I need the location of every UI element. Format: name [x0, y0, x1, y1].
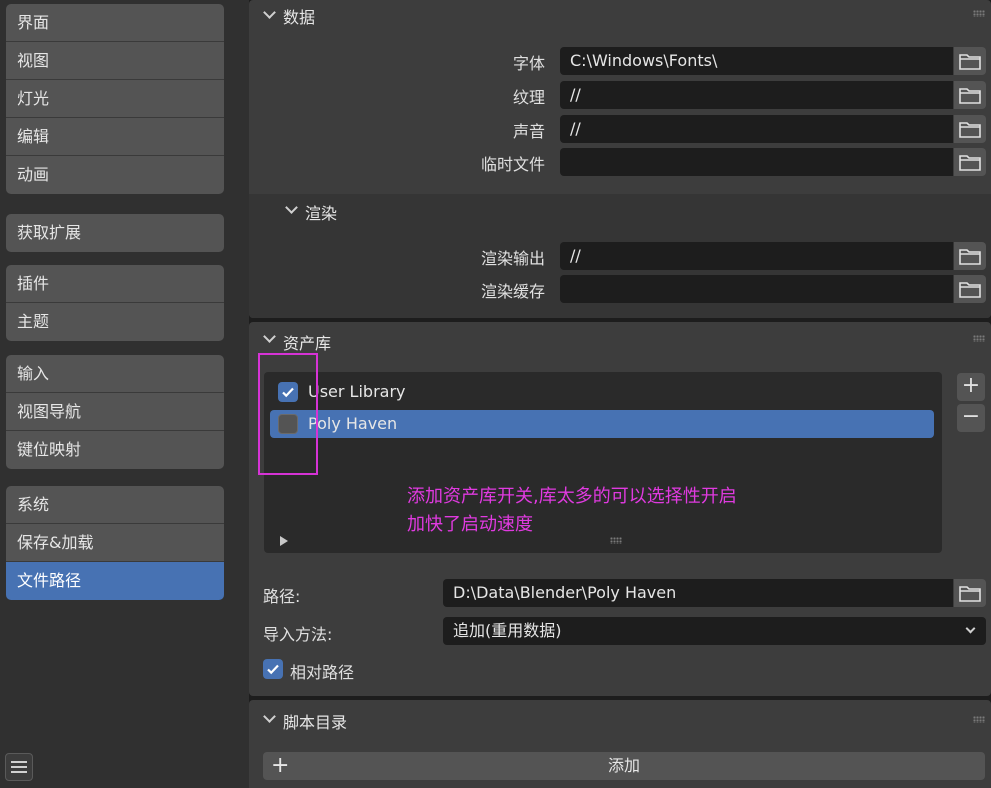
- render-output-field[interactable]: //: [560, 242, 953, 270]
- chevron-down-icon: [263, 330, 276, 343]
- library-path-browse-button[interactable]: [954, 579, 986, 607]
- folder-icon: [959, 155, 981, 171]
- plus-icon: +: [271, 753, 290, 778]
- expand-triangle-icon[interactable]: [280, 536, 288, 546]
- nav-group-extensions: 获取扩展: [6, 214, 224, 252]
- list-resize-grip-icon[interactable]: [610, 537, 622, 544]
- sound-path-label: 声音: [512, 122, 545, 141]
- temp-path-browse-button[interactable]: [954, 148, 986, 176]
- panel-title: 数据: [283, 8, 316, 27]
- drag-grip-icon[interactable]: [973, 10, 985, 17]
- temp-path-field[interactable]: [560, 148, 953, 176]
- panel-script-directories: 脚本目录 + 添加: [249, 700, 991, 788]
- render-output-browse-button[interactable]: [954, 242, 986, 270]
- annotation-text-line-1: 添加资产库开关,库太多的可以选择性开启: [407, 486, 737, 507]
- annotation-text-line-2: 加快了启动速度: [407, 514, 533, 535]
- folder-icon: [959, 54, 981, 70]
- panel-data-header[interactable]: 数据: [249, 0, 991, 30]
- texture-path-field[interactable]: //: [560, 81, 953, 109]
- relative-path-checkbox[interactable]: [263, 659, 283, 679]
- drag-grip-icon[interactable]: [973, 335, 985, 342]
- subpanel-render: 渲染 渲染输出 // 渲染缓存: [249, 194, 991, 318]
- hamburger-menu-button[interactable]: [5, 753, 33, 781]
- nav-item-themes[interactable]: 主题: [6, 303, 224, 341]
- import-method-dropdown[interactable]: 追加(重用数据): [443, 617, 986, 645]
- drag-grip-icon[interactable]: [973, 716, 985, 723]
- nav-item-keymap[interactable]: 键位映射: [6, 431, 224, 469]
- render-cache-field[interactable]: [560, 275, 953, 303]
- add-script-directory-button[interactable]: + 添加: [263, 752, 985, 780]
- nav-item-file-paths[interactable]: 文件路径: [6, 562, 224, 600]
- add-library-button[interactable]: +: [957, 373, 985, 401]
- nav-item-viewport[interactable]: 视图: [6, 42, 224, 80]
- nav-item-addons[interactable]: 插件: [6, 265, 224, 303]
- checkmark-icon: [267, 664, 279, 675]
- nav-item-interface[interactable]: 界面: [6, 4, 224, 42]
- list-item-user-library[interactable]: User Library: [270, 378, 934, 406]
- subpanel-render-header[interactable]: 渲染: [249, 194, 991, 226]
- nav-item-editing[interactable]: 编辑: [6, 118, 224, 156]
- nav-group-system: 系统 保存&加载 文件路径: [6, 486, 224, 600]
- library-name: Poly Haven: [308, 414, 398, 433]
- import-method-value: 追加(重用数据): [453, 621, 562, 640]
- nav-item-input[interactable]: 输入: [6, 355, 224, 393]
- nav-group-addons: 插件 主题: [6, 265, 224, 341]
- font-path-browse-button[interactable]: [954, 47, 986, 75]
- nav-item-animation[interactable]: 动画: [6, 156, 224, 194]
- remove-library-button[interactable]: −: [957, 404, 985, 432]
- sound-path-browse-button[interactable]: [954, 115, 986, 143]
- hamburger-icon: [11, 761, 27, 763]
- folder-icon: [959, 88, 981, 104]
- render-cache-label: 渲染缓存: [480, 282, 545, 301]
- folder-icon: [959, 249, 981, 265]
- font-path-label: 字体: [512, 54, 545, 73]
- chevron-down-icon: [263, 6, 276, 19]
- texture-path-label: 纹理: [512, 88, 545, 107]
- folder-icon: [959, 586, 981, 602]
- panel-title: 脚本目录: [283, 713, 348, 732]
- panel-asset-libraries-header[interactable]: 资产库: [249, 322, 991, 353]
- nav-item-lights[interactable]: 灯光: [6, 80, 224, 118]
- annotation-highlight-box: [258, 353, 318, 475]
- panel-title: 资产库: [283, 334, 332, 353]
- library-path-field[interactable]: D:\Data\Blender\Poly Haven: [443, 579, 953, 607]
- library-path-label: 路径:: [263, 587, 301, 606]
- folder-icon: [959, 282, 981, 298]
- nav-item-get-extensions[interactable]: 获取扩展: [6, 214, 224, 252]
- add-button-label: 添加: [607, 756, 640, 775]
- hamburger-icon-bar: [11, 766, 27, 768]
- nav-item-save-load[interactable]: 保存&加载: [6, 524, 224, 562]
- nav-group-input: 输入 视图导航 键位映射: [6, 355, 224, 469]
- font-path-field[interactable]: C:\Windows\Fonts\: [560, 47, 953, 75]
- panel-script-directories-header[interactable]: 脚本目录: [249, 700, 991, 732]
- nav-group-general: 界面 视图 灯光 编辑 动画: [6, 4, 224, 194]
- chevron-down-icon: [965, 623, 976, 634]
- import-method-label: 导入方法:: [263, 625, 333, 644]
- preferences-main: 数据 字体 C:\Windows\Fonts\ 纹理 // 声音 // 临时文件…: [249, 0, 991, 788]
- chevron-down-icon: [285, 201, 298, 214]
- texture-path-browse-button[interactable]: [954, 81, 986, 109]
- render-output-label: 渲染输出: [480, 249, 545, 268]
- relative-path-label[interactable]: 相对路径: [290, 659, 354, 683]
- preferences-sidebar: 界面 视图 灯光 编辑 动画 获取扩展 插件 主题 输入 视图导航 键位映射 系…: [0, 0, 232, 788]
- chevron-down-icon: [263, 710, 276, 723]
- panel-data: 数据 字体 C:\Windows\Fonts\ 纹理 // 声音 // 临时文件…: [249, 0, 991, 318]
- list-item-poly-haven[interactable]: Poly Haven: [270, 410, 934, 438]
- library-name: User Library: [308, 382, 406, 401]
- hamburger-icon-bar: [11, 771, 27, 773]
- folder-icon: [959, 122, 981, 138]
- subpanel-title: 渲染: [305, 204, 338, 223]
- temp-path-label: 临时文件: [480, 155, 545, 174]
- nav-item-system[interactable]: 系统: [6, 486, 224, 524]
- sound-path-field[interactable]: //: [560, 115, 953, 143]
- asset-library-list[interactable]: User Library Poly Haven: [264, 372, 942, 553]
- render-cache-browse-button[interactable]: [954, 275, 986, 303]
- nav-item-navigation[interactable]: 视图导航: [6, 393, 224, 431]
